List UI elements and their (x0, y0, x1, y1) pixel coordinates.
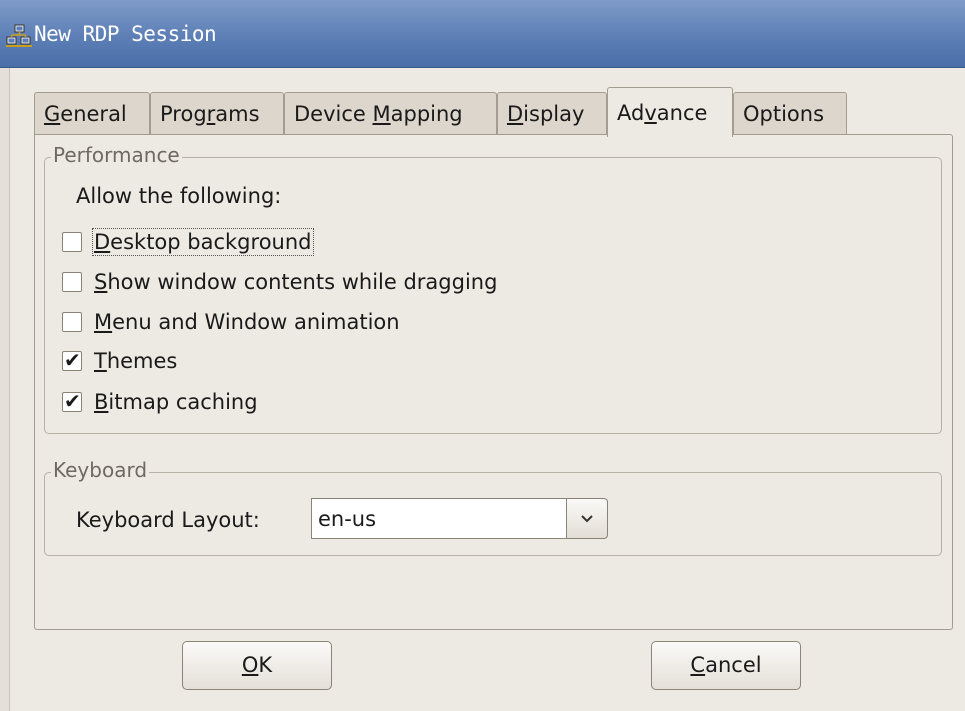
tab-device-mapping[interactable]: Device Mapping (284, 92, 497, 136)
tab-options[interactable]: Options (733, 92, 847, 136)
allow-following-label: Allow the following: (76, 184, 282, 208)
tab-display[interactable]: Display (497, 92, 607, 136)
tab-programs[interactable]: Programs (150, 92, 284, 136)
tab-general[interactable]: General (34, 92, 150, 136)
themes-checkbox[interactable]: ✔ Themes (62, 345, 177, 377)
checkmark-icon: ✔ (64, 348, 81, 372)
cancel-button[interactable]: Cancel (651, 641, 801, 690)
network-computers-icon (6, 24, 32, 47)
tab-advance[interactable]: Advance (607, 87, 733, 137)
show-window-contents-checkbox[interactable]: Show window contents while dragging (62, 266, 497, 298)
window-left-border (0, 68, 10, 711)
checkbox-box: ✔ (62, 348, 82, 372)
keyboard-layout-dropdown-button[interactable] (566, 498, 608, 539)
desktop-background-checkbox[interactable]: Desktop background (62, 226, 314, 258)
checkbox-box (62, 232, 82, 252)
window-title: New RDP Session (34, 22, 217, 46)
title-bar[interactable]: New RDP Session (0, 0, 965, 68)
checkbox-label: Menu and Window animation (94, 310, 400, 334)
chevron-down-icon (581, 514, 593, 522)
checkmark-icon: ✔ (64, 389, 81, 413)
checkbox-label: Themes (94, 349, 178, 373)
checkbox-label: Desktop background (92, 228, 314, 256)
checkbox-box (62, 312, 82, 332)
menu-window-animation-checkbox[interactable]: Menu and Window animation (62, 306, 400, 338)
checkbox-box (62, 272, 82, 292)
bitmap-caching-checkbox[interactable]: ✔ Bitmap caching (62, 386, 258, 418)
keyboard-frame-label: Keyboard (51, 458, 150, 482)
checkbox-label: Show window contents while dragging (94, 270, 498, 294)
ok-button[interactable]: OK (182, 641, 332, 690)
checkbox-label: Bitmap caching (94, 390, 258, 414)
keyboard-layout-label: Keyboard Layout: (76, 508, 260, 532)
checkbox-box: ✔ (62, 389, 82, 413)
performance-frame-label: Performance (51, 143, 182, 167)
keyboard-layout-input[interactable]: en-us (311, 498, 568, 539)
